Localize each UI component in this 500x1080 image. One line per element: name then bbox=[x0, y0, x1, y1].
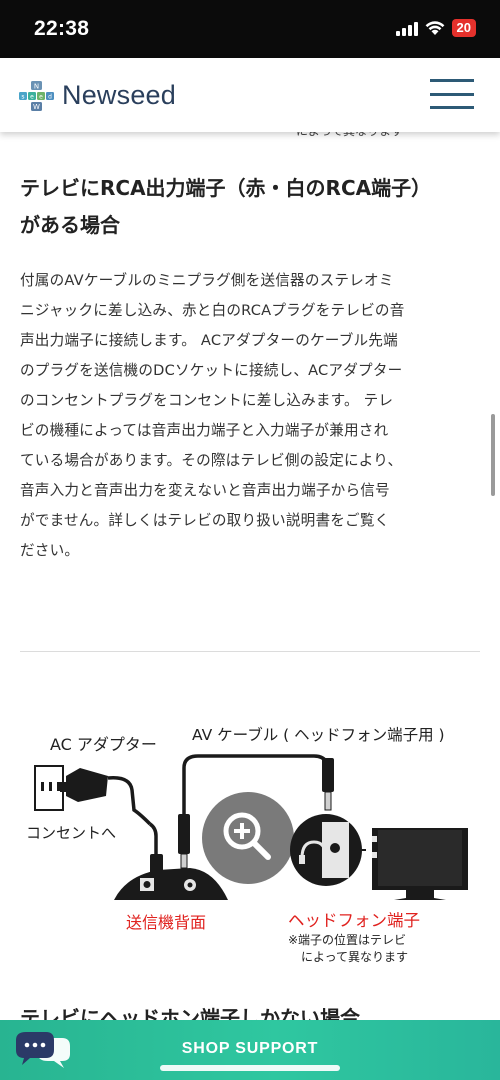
svg-text:s: s bbox=[21, 93, 24, 100]
paragraph-line: がでません。詳しくはテレビの取り扱い説明書をご覧く bbox=[20, 512, 390, 529]
svg-text:e: e bbox=[39, 93, 43, 100]
hamburger-menu-icon[interactable] bbox=[430, 79, 474, 109]
transmitter-icon bbox=[114, 868, 228, 900]
logo-text: Newseed bbox=[62, 80, 176, 110]
heading-line-2: がある場合 bbox=[20, 213, 120, 237]
ac-adapter-label: AC アダプター bbox=[50, 735, 157, 754]
zoom-in-icon[interactable] bbox=[202, 792, 294, 884]
headphone-jack-label: ヘッドフォン端子 bbox=[288, 911, 420, 930]
article: テレビにRCA出力端子（赤・白のRCA端子） がある場合 付属のAVケーブルのミ… bbox=[20, 170, 480, 559]
site-header: N s e e d W Newseed bbox=[0, 58, 500, 132]
paragraph-line: ニジャックに差し込み、赤と白のRCAプラグをテレビの音 bbox=[20, 302, 405, 319]
paragraph-line: のプラグを送信機のDCソケットに接続し、ACアダプター bbox=[20, 362, 403, 379]
svg-text:N: N bbox=[34, 82, 39, 90]
svg-text:e: e bbox=[30, 93, 34, 100]
connection-diagram[interactable]: AC アダプター AV ケーブル ( ヘッドフォン端子用 ) コンセントへ 送信… bbox=[22, 718, 478, 968]
svg-text:d: d bbox=[48, 93, 52, 100]
diagram-svg: AC アダプター AV ケーブル ( ヘッドフォン端子用 ) コンセントへ 送信… bbox=[26, 725, 468, 964]
note-line-1: ※端子の位置はテレビ bbox=[288, 932, 406, 947]
status-icons: 20 bbox=[395, 19, 476, 37]
divider bbox=[20, 651, 480, 652]
paragraph-line: 声出力端子に接続します。 ACアダプターのケーブル先端 bbox=[20, 332, 398, 349]
outlet-label: コンセントへ bbox=[26, 824, 116, 842]
shop-support-label: SHOP SUPPORT bbox=[181, 1040, 319, 1057]
shop-support-bar[interactable]: SHOP SUPPORT bbox=[0, 1020, 500, 1080]
section-heading: テレビにRCA出力端子（赤・白のRCA端子） がある場合 bbox=[20, 170, 480, 244]
status-time: 22:38 bbox=[34, 17, 90, 40]
battery-icon: 20 bbox=[451, 19, 476, 37]
wifi-icon bbox=[425, 21, 444, 35]
scrollbar[interactable] bbox=[491, 414, 495, 496]
svg-text:W: W bbox=[33, 103, 40, 111]
tv-icon bbox=[372, 828, 468, 900]
headphone-jack-icon bbox=[290, 814, 366, 886]
paragraph-line: ている場合があります。その際はテレビ側の設定により、 bbox=[20, 452, 403, 469]
instructions-paragraph: 付属のAVケーブルのミニプラグ側を送信器のステレオミ ニジャックに差し込み、赤と… bbox=[20, 266, 480, 566]
paragraph-line: ビの機種によっては音声出力端子と入力端子が兼用され bbox=[20, 422, 389, 439]
outlet-icon bbox=[34, 765, 64, 811]
paragraph-line: ださい。 bbox=[20, 542, 80, 559]
paragraph-line: のコンセントプラグをコンセントに差し込みます。 テレ bbox=[20, 392, 394, 409]
paragraph-line: 付属のAVケーブルのミニプラグ側を送信器のステレオミ bbox=[20, 272, 394, 289]
status-bar: 22:38 20 bbox=[0, 0, 500, 58]
logo[interactable]: N s e e d W Newseed bbox=[18, 80, 176, 111]
signal-icon bbox=[395, 21, 418, 36]
logo-mark-icon: N s e e d W bbox=[19, 80, 54, 111]
note-line-2: によって異なります bbox=[301, 950, 408, 964]
av-cable-label: AV ケーブル ( ヘッドフォン端子用 ) bbox=[192, 725, 445, 744]
transmitter-back-label: 送信機背面 bbox=[126, 913, 206, 932]
heading-line-1: テレビにRCA出力端子（赤・白のRCA端子） bbox=[20, 176, 432, 200]
paragraph-line: 音声入力と音声出力を変えないと音声出力端子から信号 bbox=[20, 482, 390, 499]
home-indicator[interactable] bbox=[160, 1065, 340, 1071]
